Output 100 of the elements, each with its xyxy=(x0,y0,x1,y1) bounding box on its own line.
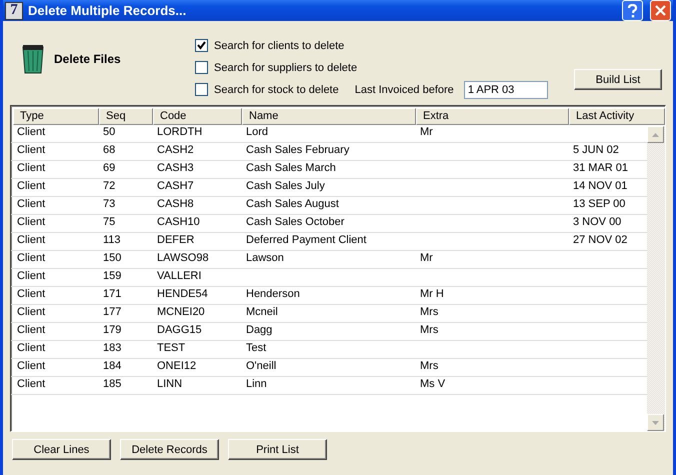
table-cell-text: Mrs xyxy=(419,323,440,338)
table-cell-text: 69 xyxy=(102,161,116,176)
table-cell-text: CASH2 xyxy=(156,143,195,158)
app-icon: 7 xyxy=(5,2,23,20)
table-cell-text: 73 xyxy=(102,197,116,212)
table-cell-text: 3 NOV 00 xyxy=(572,215,622,230)
table-cell-text: Client xyxy=(16,197,46,212)
help-button[interactable] xyxy=(622,0,643,21)
table-cell-text: LORDTH xyxy=(156,125,204,140)
table-cell-text: Cash Sales July xyxy=(245,179,326,194)
table-cell-text: ONEI12 xyxy=(156,359,198,374)
table-cell-text: 171 xyxy=(102,287,122,302)
table-cell-text: 14 NOV 01 xyxy=(572,179,628,194)
scroll-down-button[interactable] xyxy=(647,414,664,431)
close-icon xyxy=(655,5,666,16)
checkbox-label: Search for clients to delete xyxy=(214,40,344,52)
table-cell-text: 75 xyxy=(102,215,116,230)
table-cell-text: Mr H xyxy=(419,287,445,302)
table-cell-text: Client xyxy=(16,215,46,230)
down-arrow-icon xyxy=(652,420,659,424)
question-mark-icon xyxy=(627,4,638,18)
up-arrow-icon xyxy=(652,132,659,136)
table-cell-text: Mrs xyxy=(419,359,440,374)
scrollbar[interactable] xyxy=(647,126,665,431)
table-cell-text: Client xyxy=(16,287,46,302)
column-header[interactable]: Code xyxy=(153,108,242,125)
table-cell-text: LAWSO98 xyxy=(156,251,210,266)
table-cell-text: CASH3 xyxy=(156,161,195,176)
table-cell-text: Mcneil xyxy=(245,305,279,320)
trash-bin-icon xyxy=(20,43,46,75)
table-cell-text: 5 JUN 02 xyxy=(572,143,620,158)
table-cell-text: 68 xyxy=(102,143,116,158)
build-list-button[interactable]: Build List xyxy=(574,69,662,90)
table-cell-text: VALLERI xyxy=(156,269,202,284)
table-cell-text: Lord xyxy=(245,125,270,140)
close-button[interactable] xyxy=(650,0,671,21)
table-cell-text: Client xyxy=(16,233,46,248)
table-cell-text: Test xyxy=(245,341,268,356)
table-cell-text: Client xyxy=(16,251,46,266)
table-cell-text: 72 xyxy=(102,179,116,194)
table-cell-text: Deferred Payment Client xyxy=(245,233,368,248)
table-cell-text: Henderson xyxy=(245,287,301,302)
table-cell-text: DAGG15 xyxy=(156,323,203,338)
column-header[interactable]: Extra xyxy=(416,108,569,125)
table-cell-text: 184 xyxy=(102,359,122,374)
table-cell-text: Ms V xyxy=(419,377,446,392)
table-cell-text: Mr xyxy=(419,125,434,140)
action-button[interactable]: Clear Lines xyxy=(12,439,111,460)
scroll-up-button[interactable] xyxy=(647,126,664,143)
table-cell-text: Client xyxy=(16,377,46,392)
table-cell-text: Cash Sales October xyxy=(245,215,346,230)
table-cell-text: DEFER xyxy=(156,233,196,248)
table-cell-text: Lawson xyxy=(245,251,285,266)
table-cell-text: 31 MAR 01 xyxy=(572,161,630,176)
table-cell-text: Client xyxy=(16,323,46,338)
table-cell-text: Client xyxy=(16,143,46,158)
table-cell-text: CASH10 xyxy=(156,215,201,230)
table-cell-text: CASH7 xyxy=(156,179,195,194)
action-button[interactable]: Print List xyxy=(228,439,327,460)
table-cell-text: Client xyxy=(16,305,46,320)
table-cell-text: 150 xyxy=(102,251,122,266)
table-cell-text: 185 xyxy=(102,377,122,392)
table-cell-text: Dagg xyxy=(245,323,274,338)
checkbox[interactable] xyxy=(195,61,208,74)
table-cell-text: 183 xyxy=(102,341,122,356)
table-cell-text: Client xyxy=(16,161,46,176)
checkbox-label: Search for suppliers to delete xyxy=(214,62,358,74)
table-cell-text: 177 xyxy=(102,305,122,320)
action-button[interactable]: Delete Records xyxy=(120,439,219,460)
table-cell-text: Client xyxy=(16,179,46,194)
field-label: Last Invoiced before xyxy=(354,84,454,96)
table-cell-text: 27 NOV 02 xyxy=(572,233,628,248)
table-cell-text: Cash Sales August xyxy=(245,197,340,212)
table-cell-text: O'neill xyxy=(245,359,278,374)
table-cell-text: Mrs xyxy=(419,305,440,320)
table-cell-text: CASH8 xyxy=(156,197,195,212)
column-header[interactable]: Seq xyxy=(99,108,153,125)
table-cell-text: Client xyxy=(16,269,46,284)
table-cell-text: Linn xyxy=(245,377,268,392)
table-cell-text: 159 xyxy=(102,269,122,284)
table-cell-text: Client xyxy=(16,359,46,374)
checkbox-label: Search for stock to delete xyxy=(214,84,339,96)
column-header[interactable]: Name xyxy=(242,108,416,125)
checkbox[interactable] xyxy=(195,83,208,96)
table-cell-text: Cash Sales March xyxy=(245,161,337,176)
window-title: Delete Multiple Records... xyxy=(28,3,188,18)
table-cell-text: LINN xyxy=(156,377,184,392)
table-cell-text: Cash Sales February xyxy=(245,143,350,158)
table-cell-text: Mr xyxy=(419,251,434,266)
column-header[interactable]: Last Activity xyxy=(569,108,665,125)
date-field[interactable]: 1 APR 03 xyxy=(464,80,548,98)
checkbox[interactable] xyxy=(195,39,208,52)
table-cell-text: MCNEI20 xyxy=(156,305,206,320)
table-cell-text: 179 xyxy=(102,323,122,338)
table-cell-text: Client xyxy=(16,125,46,140)
table-cell-text: 50 xyxy=(102,125,116,140)
table-cell-text: 113 xyxy=(102,233,122,248)
section-heading: Delete Files xyxy=(54,52,121,66)
column-header[interactable]: Type xyxy=(13,108,99,125)
table-cell-text: Client xyxy=(16,341,46,356)
